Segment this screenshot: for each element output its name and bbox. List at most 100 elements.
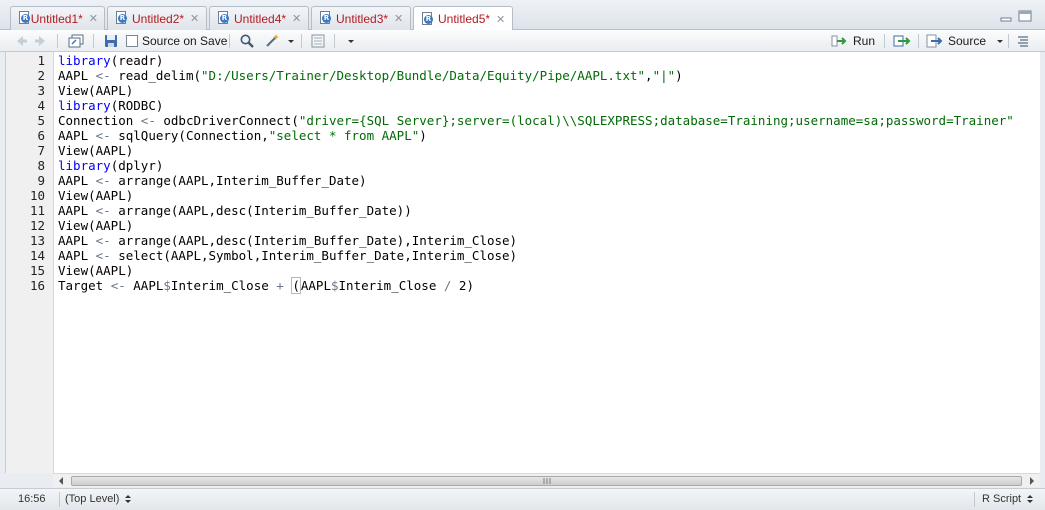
status-divider: [59, 492, 60, 507]
code-line[interactable]: AAPL <- arrange(AAPL,desc(Interim_Buffer…: [58, 233, 517, 248]
source-on-save-label: Source on Save: [142, 34, 228, 48]
toolbar-divider: [1008, 34, 1009, 48]
code-line[interactable]: library(readr): [58, 53, 163, 68]
code-token: <-: [95, 173, 111, 188]
code-token: <-: [95, 68, 111, 83]
code-token: "select * from AAPL": [268, 128, 420, 143]
code-token: (dplyr): [110, 158, 164, 173]
code-line[interactable]: library(RODBC): [58, 98, 163, 113]
chevron-down-icon[interactable]: [347, 33, 355, 49]
close-icon[interactable]: ✕: [190, 12, 199, 25]
code-line[interactable]: View(AAPL): [58, 218, 133, 233]
run-button[interactable]: Run: [831, 33, 875, 49]
code-line[interactable]: Connection <- odbcDriverConnect("driver=…: [58, 113, 1014, 128]
code-line[interactable]: library(dplyr): [58, 158, 163, 173]
status-bar: 16:56 (Top Level) R Script: [0, 488, 1045, 510]
show-in-window-icon[interactable]: [67, 33, 85, 49]
tab-untitled2[interactable]: R Untitled2* ✕: [107, 6, 207, 30]
tab-untitled4[interactable]: R Untitled4* ✕: [209, 6, 309, 30]
code-token: "|": [652, 68, 676, 83]
code-token: arrange(AAPL,Interim_Buffer_Date): [110, 173, 367, 188]
r-script-icon: R: [421, 11, 434, 27]
code-token: AAPL: [58, 128, 96, 143]
close-icon[interactable]: ✕: [292, 12, 301, 25]
close-icon[interactable]: ✕: [89, 12, 98, 25]
tab-untitled3[interactable]: R Untitled3* ✕: [311, 6, 411, 30]
forward-arrow-icon[interactable]: [33, 33, 49, 49]
line-number: 9: [37, 173, 45, 188]
code-token: <-: [140, 113, 156, 128]
tab-untitled1[interactable]: R Untitled1* ✕: [10, 6, 105, 30]
chevron-down-icon[interactable]: [996, 33, 1004, 49]
code-token: ): [419, 128, 427, 143]
line-number: 16: [29, 278, 45, 293]
code-token: <-: [95, 203, 111, 218]
code-token: View(AAPL): [58, 218, 134, 233]
chevron-updown-icon: [1027, 495, 1034, 503]
line-number: 5: [37, 113, 45, 128]
code-token: View(AAPL): [58, 188, 134, 203]
tab-untitled5[interactable]: R Untitled5* ✕: [413, 6, 513, 31]
chevron-down-icon[interactable]: [287, 33, 295, 49]
code-line[interactable]: AAPL <- arrange(AAPL,Interim_Buffer_Date…: [58, 173, 367, 188]
code-line[interactable]: View(AAPL): [58, 263, 133, 278]
toolbar-divider: [301, 34, 302, 48]
minimize-pane-icon[interactable]: [1000, 10, 1012, 22]
save-icon[interactable]: [103, 33, 119, 49]
r-script-icon: R: [319, 11, 332, 26]
code-token: $: [330, 278, 339, 293]
back-arrow-icon[interactable]: [13, 33, 29, 49]
code-line[interactable]: AAPL <- arrange(AAPL,desc(Interim_Buffer…: [58, 203, 412, 218]
horizontal-scroll-thumb[interactable]: [71, 476, 1022, 486]
code-token: AAPL: [58, 68, 96, 83]
rerun-icon[interactable]: [893, 33, 913, 49]
maximize-pane-icon[interactable]: [1018, 10, 1032, 22]
tab-label: Untitled2*: [132, 11, 185, 26]
scroll-right-icon[interactable]: [1027, 475, 1037, 487]
code-token: View(AAPL): [58, 83, 134, 98]
file-type-selector[interactable]: R Script: [982, 493, 1034, 505]
editor-toolbar: Source on Save Run Source: [0, 30, 1045, 52]
source-on-save-checkbox[interactable]: [126, 35, 138, 47]
line-number-gutter: 1 2 3 4 5 6 7 8 9 10 11 12 13 14 15 16: [6, 52, 54, 473]
code-line[interactable]: View(AAPL): [58, 143, 133, 158]
code-line[interactable]: View(AAPL): [58, 188, 133, 203]
rstudio-source-pane: R Untitled1* ✕ R Untitled2* ✕ R Untitled…: [0, 0, 1045, 510]
compile-report-icon[interactable]: [310, 33, 326, 49]
code-token: AAPL: [58, 248, 96, 263]
code-token: select(AAPL,Symbol,Interim_Buffer_Date,I…: [110, 248, 518, 263]
code-token: ,: [645, 68, 653, 83]
tab-label: Untitled3*: [336, 11, 389, 26]
scope-selector[interactable]: (Top Level): [65, 493, 132, 505]
tab-label: Untitled1*: [30, 11, 83, 26]
source-arrow-icon: [926, 34, 943, 48]
code-token: Connection: [58, 113, 141, 128]
code-token: View(AAPL): [58, 263, 134, 278]
code-line[interactable]: AAPL <- select(AAPL,Symbol,Interim_Buffe…: [58, 248, 517, 263]
source-button[interactable]: Source: [926, 33, 1004, 49]
code-area[interactable]: library(readr) AAPL <- read_delim("D:/Use…: [58, 52, 1041, 473]
source-on-save-toggle[interactable]: Source on Save: [126, 33, 227, 49]
document-outline-icon[interactable]: [1015, 33, 1031, 49]
line-number: 6: [37, 128, 45, 143]
r-script-icon: R: [217, 11, 230, 26]
cursor-position: 16:56: [18, 493, 46, 505]
code-token: Target: [58, 278, 111, 293]
magic-wand-icon[interactable]: [264, 33, 280, 49]
code-line[interactable]: View(AAPL): [58, 83, 133, 98]
line-number: 11: [29, 203, 45, 218]
tab-label: Untitled5*: [438, 12, 491, 26]
tab-strip: R Untitled1* ✕ R Untitled2* ✕ R Untitled…: [0, 0, 1045, 31]
code-line[interactable]: AAPL <- read_delim("D:/Users/Trainer/Des…: [58, 68, 683, 83]
horizontal-scrollbar[interactable]: [53, 473, 1040, 487]
r-script-icon: R: [115, 11, 128, 26]
close-icon[interactable]: ✕: [496, 13, 505, 26]
search-icon[interactable]: [239, 33, 255, 49]
code-editor[interactable]: 1 2 3 4 5 6 7 8 9 10 11 12 13 14 15 16 library(readr) AA…: [5, 52, 1040, 473]
close-icon[interactable]: ✕: [394, 12, 403, 25]
line-number: 12: [29, 218, 45, 233]
code-line[interactable]: Target <- AAPL$Interim_Close + (AAPL$Int…: [58, 277, 474, 294]
scroll-left-icon[interactable]: [56, 475, 66, 487]
code-line[interactable]: AAPL <- sqlQuery(Connection,"select * fr…: [58, 128, 427, 143]
code-token: (RODBC): [110, 98, 164, 113]
